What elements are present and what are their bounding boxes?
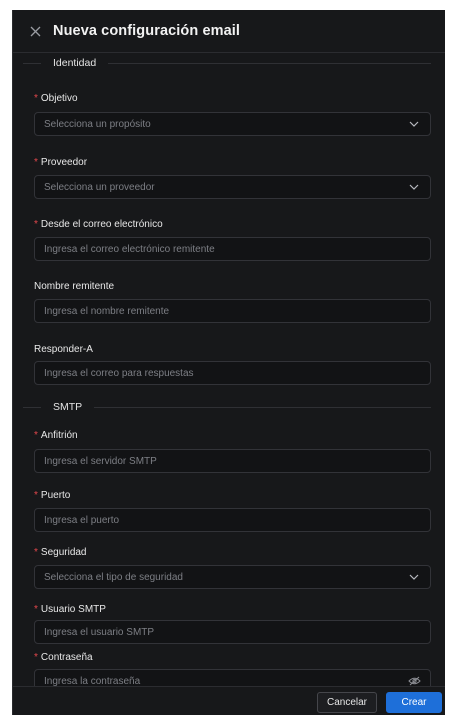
section-identity: Identidad (23, 55, 431, 71)
required-marker: * (34, 490, 38, 501)
desde-label-text: Desde el correo electrónico (40, 219, 163, 230)
reply-to-placeholder: Ingresa el correo para respuestas (44, 367, 194, 379)
objetivo-placeholder: Selecciona un propósito (44, 118, 151, 130)
puerto-label-text: Puerto (40, 490, 71, 501)
create-button[interactable]: Crear (386, 692, 442, 713)
seguridad-label: * Seguridad (34, 547, 87, 558)
puerto-label: * Puerto (34, 490, 70, 501)
usuario-label-text: Usuario SMTP (40, 604, 106, 615)
sender-name-input[interactable]: Ingresa el nombre remitente (34, 299, 431, 323)
anfitrion-label: * Anfitrión (34, 430, 78, 441)
close-icon (30, 26, 40, 36)
required-marker: * (34, 547, 38, 558)
proveedor-label-text: Proveedor (40, 157, 88, 168)
dialog-footer: Cancelar Crear (13, 686, 445, 715)
proveedor-select[interactable]: Selecciona un proveedor (34, 175, 431, 199)
contrasena-label: * Contraseña (34, 652, 93, 663)
chevron-down-icon (407, 180, 421, 194)
section-smtp: SMTP (23, 399, 431, 415)
proveedor-label: * Proveedor (34, 157, 87, 168)
section-title: Identidad (53, 57, 97, 69)
sender-email-placeholder: Ingresa el correo electrónico remitente (44, 243, 215, 255)
contrasena-label-text: Contraseña (40, 652, 93, 663)
password-placeholder: Ingresa la contraseña (44, 675, 141, 687)
chevron-down-icon (407, 570, 421, 584)
smtp-user-input[interactable]: Ingresa el usuario SMTP (34, 620, 431, 644)
dialog-title: Nueva configuración email (53, 23, 241, 39)
divider (23, 406, 41, 408)
sender-name-placeholder: Ingresa el nombre remitente (44, 305, 170, 317)
responder-label: Responder-A (34, 344, 93, 355)
email-config-dialog: Nueva configuración email Identidad * Obj… (12, 10, 445, 715)
reply-to-input[interactable]: Ingresa el correo para respuestas (34, 361, 431, 385)
anfitrion-label-text: Anfitrión (40, 430, 78, 441)
chevron-down-icon (407, 117, 421, 131)
desde-label: * Desde el correo electrónico (34, 219, 163, 230)
proveedor-placeholder: Selecciona un proveedor (44, 181, 155, 193)
dialog-body: Identidad * Objetivo Selecciona un propós… (13, 53, 445, 693)
cancel-button[interactable]: Cancelar (317, 692, 377, 713)
required-marker: * (34, 430, 38, 441)
divider (23, 62, 41, 64)
nombre-label: Nombre remitente (34, 281, 114, 292)
divider (108, 62, 431, 64)
required-marker: * (34, 604, 38, 615)
section-title: SMTP (53, 401, 83, 413)
smtp-port-input[interactable]: Ingresa el puerto (34, 508, 431, 532)
objetivo-select[interactable]: Selecciona un propósito (34, 112, 431, 136)
nombre-label-text: Nombre remitente (34, 281, 115, 292)
objetivo-label-text: Objetivo (40, 93, 78, 104)
smtp-user-placeholder: Ingresa el usuario SMTP (44, 626, 155, 638)
usuario-label: * Usuario SMTP (34, 604, 106, 615)
responder-label-text: Responder-A (34, 344, 93, 355)
smtp-host-placeholder: Ingresa el servidor SMTP (44, 455, 157, 467)
smtp-host-input[interactable]: Ingresa el servidor SMTP (34, 449, 431, 473)
required-marker: * (34, 93, 38, 104)
close-button[interactable] (27, 23, 43, 39)
required-marker: * (34, 652, 38, 663)
seguridad-label-text: Seguridad (40, 547, 87, 558)
smtp-port-placeholder: Ingresa el puerto (44, 514, 120, 526)
dialog-header: Nueva configuración email (13, 10, 445, 53)
objetivo-label: * Objetivo (34, 93, 78, 104)
required-marker: * (34, 157, 38, 168)
required-marker: * (34, 219, 38, 230)
sender-email-input[interactable]: Ingresa el correo electrónico remitente (34, 237, 431, 261)
security-placeholder: Selecciona el tipo de seguridad (44, 571, 183, 583)
divider (94, 406, 431, 408)
security-select[interactable]: Selecciona el tipo de seguridad (34, 565, 431, 589)
